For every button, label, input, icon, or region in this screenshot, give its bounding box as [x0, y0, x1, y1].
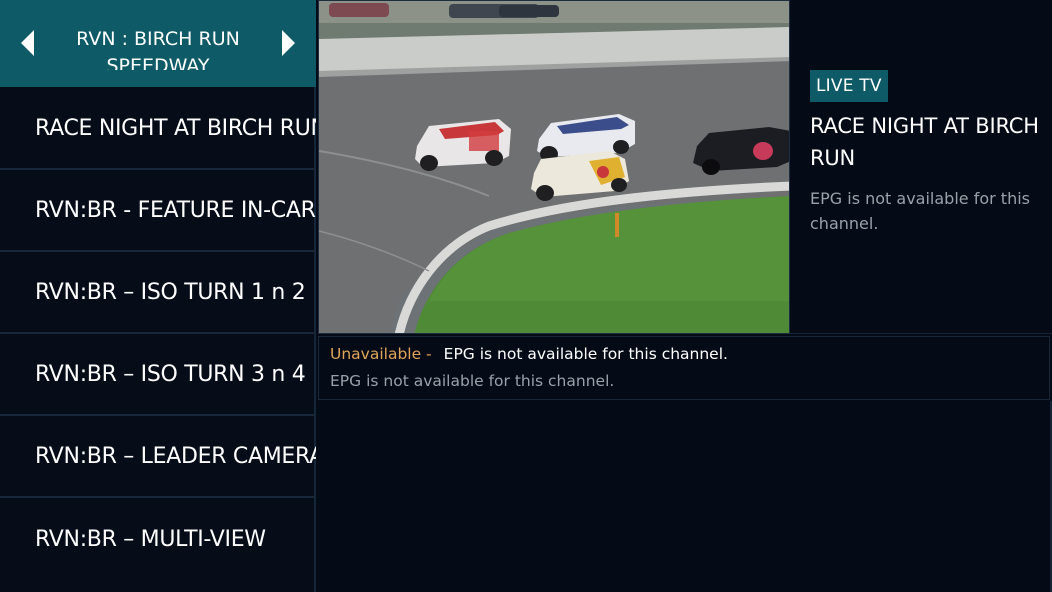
category-title: RVN : BIRCH RUN SPEEDWAY	[76, 28, 240, 70]
video-frame	[319, 1, 789, 333]
epg-title: EPG is not available for this channel.	[443, 345, 728, 363]
epg-status: Unavailable -	[330, 345, 432, 363]
epg-row[interactable]: Unavailable - EPG is not available for th…	[318, 336, 1050, 400]
epg-headline: Unavailable - EPG is not available for th…	[330, 343, 728, 365]
channel-item[interactable]: RVN:BR - FEATURE IN-CAR	[0, 170, 316, 252]
channel-item[interactable]: RVN:BR – ISO TURN 3 n 4	[0, 334, 316, 416]
chevron-right-icon[interactable]	[282, 30, 295, 56]
channel-item[interactable]: RVN:BR – LEADER CAMERA	[0, 416, 316, 498]
channel-info-panel: LIVE TV RACE NIGHT AT BIRCH RUN EPG is n…	[790, 0, 1052, 334]
category-selector: RVN : BIRCH RUN SPEEDWAY	[0, 0, 316, 87]
epg-description: EPG is not available for this channel.	[330, 372, 615, 390]
channel-item[interactable]: RVN:BR – ISO TURN 1 n 2	[0, 252, 316, 334]
live-tv-badge: LIVE TV	[810, 70, 888, 102]
channel-title: RACE NIGHT AT BIRCH RUN	[810, 114, 1039, 170]
channel-item[interactable]: RVN:BR – MULTI-VIEW	[0, 498, 316, 580]
chevron-left-icon[interactable]	[21, 30, 34, 56]
channel-item[interactable]: RACE NIGHT AT BIRCH RUN	[0, 88, 316, 170]
channel-list: RACE NIGHT AT BIRCH RUN RVN:BR - FEATURE…	[0, 88, 316, 580]
channel-description: EPG is not available for this channel.	[810, 189, 1030, 233]
channel-sidebar: RVN : BIRCH RUN SPEEDWAY RACE NIGHT AT B…	[0, 0, 316, 592]
video-player[interactable]	[318, 0, 790, 334]
epg-empty-area	[318, 401, 1052, 592]
